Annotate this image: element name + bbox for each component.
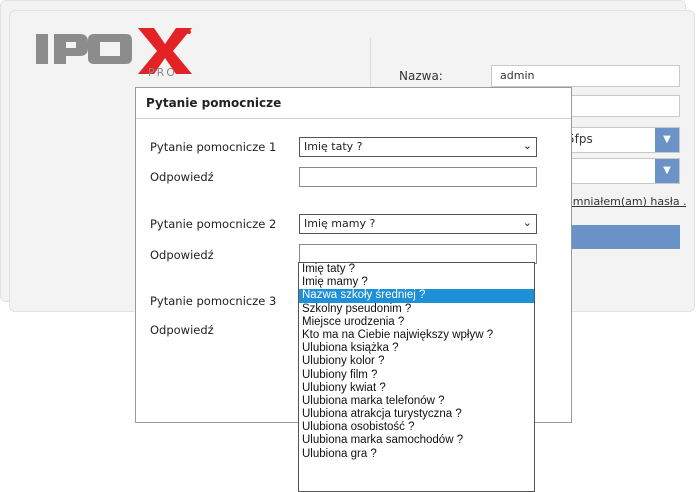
dropdown-option[interactable]: Ulubiona marka telefonów ? [299,395,534,408]
logo-sub: PRO [148,66,177,79]
dropdown-option[interactable]: Ulubiony kolor ? [299,355,534,368]
question-2-label: Pytanie pomocnicze 2 [150,217,277,231]
question-1-value: Imię taty ? [304,140,363,153]
dropdown-option[interactable]: Kto ma na Ciebie największy wpływ ? [299,329,534,342]
stream-select[interactable]: 5fps ▼ [560,127,680,153]
dialog-title: Pytanie pomocnicze [136,88,571,119]
dropdown-option[interactable]: Ulubiona marka samochodów ? [299,434,534,447]
question-2-value: Imię mamy ? [304,217,376,230]
dropdown-option[interactable]: Ulubiona atrakcja turystyczna ? [299,408,534,421]
name-input[interactable]: admin [491,65,680,87]
answer-3-label: Odpowiedź [150,323,214,337]
answer-2-label: Odpowiedź [150,248,214,262]
name-label: Nazwa: [399,69,443,83]
answer-1-input[interactable] [299,167,537,187]
question-1-select[interactable]: Imię taty ? ⌄ [299,137,537,157]
login-button[interactable] [570,225,680,249]
chevron-down-icon: ⌄ [522,216,532,229]
answer-1-label: Odpowiedź [150,170,214,184]
dropdown-option[interactable]: Ulubiona gra ? [299,448,534,461]
language-select[interactable]: ▼ [560,158,680,184]
dropdown-option[interactable]: Ulubiony kwiat ? [299,382,534,395]
chevron-down-icon: ▼ [655,128,679,152]
dropdown-option[interactable]: Szkolny pseudonim ? [299,303,534,316]
dropdown-option[interactable]: Imię taty ? [299,263,534,276]
dropdown-option[interactable]: Ulubiona osobistość ? [299,421,534,434]
dropdown-option[interactable]: Miejsce urodzenia ? [299,316,534,329]
question-1-label: Pytanie pomocnicze 1 [150,140,277,154]
forgot-password-link[interactable]: omniałem(am) hasła .. [566,195,686,208]
question-dropdown-list[interactable]: Imię taty ? Imię mamy ? Nazwa szkoły śre… [298,262,535,492]
dropdown-option[interactable]: Ulubiona książka ? [299,342,534,355]
dropdown-option-highlighted[interactable]: Nazwa szkoły średniej ? [299,289,534,303]
question-3-label: Pytanie pomocnicze 3 [150,294,277,308]
answer-2-input[interactable] [299,244,537,264]
dropdown-option[interactable]: Ulubiony film ? [299,369,534,382]
chevron-down-icon: ▼ [655,159,679,183]
chevron-down-icon: ⌄ [522,139,532,152]
dropdown-option[interactable]: Imię mamy ? [299,276,534,289]
question-2-select[interactable]: Imię mamy ? ⌄ [299,214,537,234]
